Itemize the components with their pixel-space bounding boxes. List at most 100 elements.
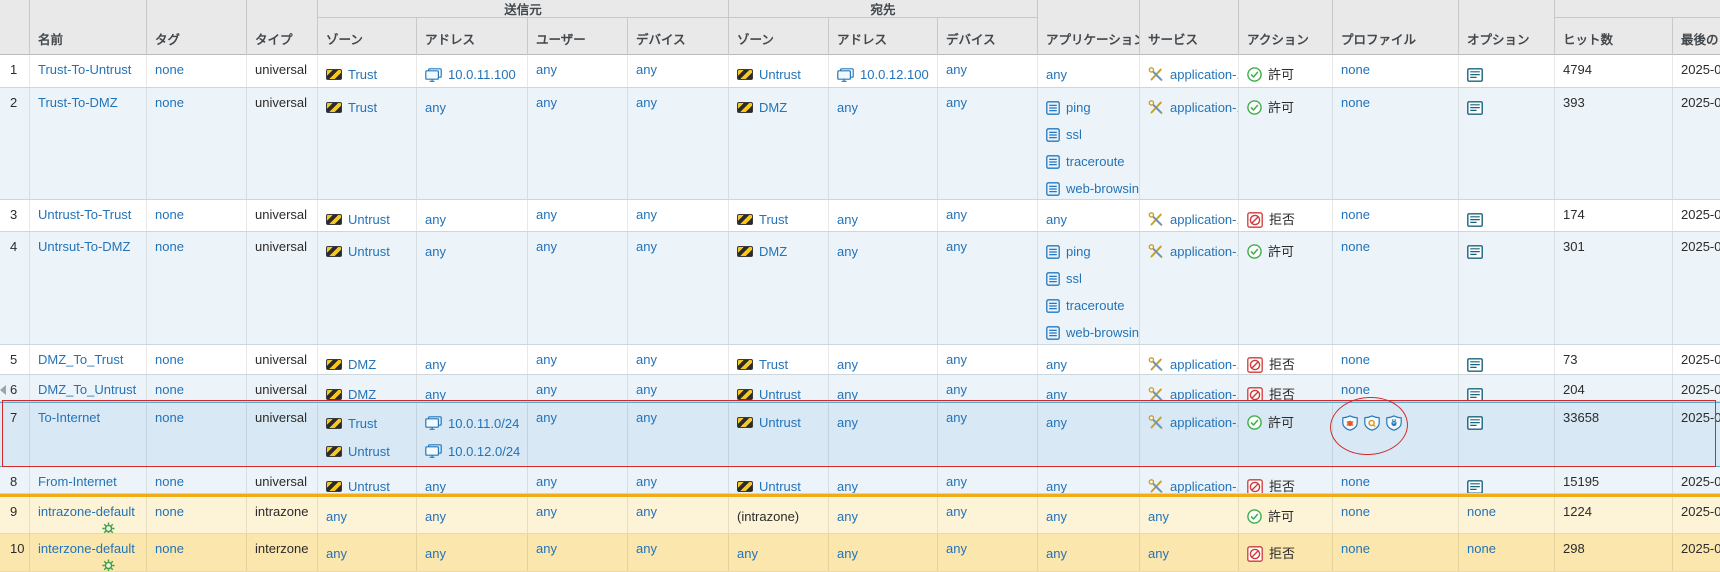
cell-link[interactable]: any bbox=[1046, 356, 1067, 373]
cell-link[interactable]: Untrust bbox=[348, 243, 390, 260]
action-label[interactable]: 許可 bbox=[1268, 99, 1294, 116]
tag-link[interactable]: none bbox=[155, 352, 184, 367]
dest-device-link[interactable]: any bbox=[946, 207, 967, 222]
service-link[interactable]: application-... bbox=[1170, 478, 1239, 493]
source-user-link[interactable]: any bbox=[536, 541, 557, 556]
action-label[interactable]: 拒否 bbox=[1269, 478, 1295, 493]
column-header-last-hit[interactable]: 最後のヒット bbox=[1673, 18, 1720, 55]
log-viewer-button[interactable] bbox=[1467, 68, 1483, 82]
source-device-link[interactable]: any bbox=[636, 239, 657, 254]
cell-link[interactable]: ping bbox=[1066, 99, 1091, 116]
log-viewer-button[interactable] bbox=[1467, 416, 1483, 430]
log-viewer-button[interactable] bbox=[1467, 213, 1483, 227]
cell-link[interactable]: any bbox=[1046, 545, 1067, 562]
column-header-dest-address[interactable]: アドレス bbox=[829, 18, 938, 55]
column-header-source-address[interactable]: アドレス bbox=[417, 18, 528, 55]
log-viewer-button[interactable] bbox=[1467, 101, 1483, 115]
service-link[interactable]: application-... bbox=[1170, 99, 1239, 116]
policy-name-link[interactable]: Untrsut-To-DMZ bbox=[38, 238, 130, 255]
service-link[interactable]: any bbox=[1148, 508, 1169, 525]
source-user-link[interactable]: any bbox=[536, 207, 557, 222]
cell-link[interactable]: any bbox=[425, 211, 446, 228]
cell-link[interactable]: Untrust bbox=[759, 66, 801, 83]
action-label[interactable]: 許可 bbox=[1268, 66, 1294, 83]
dest-device-link[interactable]: any bbox=[946, 504, 967, 519]
cell-link[interactable]: any bbox=[837, 508, 858, 525]
collapse-arrow-icon[interactable] bbox=[0, 385, 6, 395]
cell-link[interactable]: any bbox=[837, 356, 858, 373]
cell-link[interactable]: any bbox=[425, 478, 446, 493]
policy-name-link[interactable]: Untrust-To-Trust bbox=[38, 206, 131, 223]
options-link[interactable]: none bbox=[1467, 541, 1496, 556]
profile-shield[interactable] bbox=[1385, 415, 1403, 431]
column-header-source-zone[interactable]: ゾーン bbox=[318, 18, 417, 55]
service-link[interactable]: application-... bbox=[1170, 414, 1239, 431]
source-device-link[interactable]: any bbox=[636, 541, 657, 556]
policy-name-link[interactable]: intrazone-default bbox=[38, 503, 135, 520]
column-header-profile[interactable]: プロファイル bbox=[1333, 0, 1459, 55]
source-device-link[interactable]: any bbox=[636, 382, 657, 397]
profile-link[interactable]: none bbox=[1341, 382, 1370, 397]
column-header-hit-count[interactable]: ヒット数 bbox=[1555, 18, 1673, 55]
source-user-link[interactable]: any bbox=[536, 62, 557, 77]
source-user-link[interactable]: any bbox=[536, 95, 557, 110]
cell-link[interactable]: any bbox=[1046, 386, 1067, 401]
cell-link[interactable]: Untrust bbox=[759, 386, 801, 401]
service-link[interactable]: application-... bbox=[1170, 243, 1239, 260]
tag-link[interactable]: none bbox=[155, 541, 184, 556]
rule-settings-gear[interactable] bbox=[38, 558, 138, 571]
action-label[interactable]: 許可 bbox=[1268, 243, 1294, 260]
cell-link[interactable]: any bbox=[1046, 478, 1067, 493]
source-device-link[interactable]: any bbox=[636, 62, 657, 77]
log-viewer-button[interactable] bbox=[1467, 388, 1483, 402]
column-header-name[interactable]: 名前 bbox=[30, 0, 147, 55]
tag-link[interactable]: none bbox=[155, 382, 184, 397]
cell-link[interactable]: Untrust bbox=[759, 478, 801, 493]
tag-link[interactable]: none bbox=[155, 474, 184, 489]
cell-link[interactable]: any bbox=[425, 508, 446, 525]
policy-name-link[interactable]: Trust-To-Untrust bbox=[38, 61, 131, 78]
column-header-tag[interactable]: タグ bbox=[147, 0, 247, 55]
cell-link[interactable]: any bbox=[1046, 66, 1067, 83]
cell-link[interactable]: ssl bbox=[1066, 270, 1082, 287]
cell-link[interactable]: Trust bbox=[759, 356, 788, 373]
source-device-link[interactable]: any bbox=[636, 352, 657, 367]
policy-name-link[interactable]: To-Internet bbox=[38, 409, 100, 426]
cell-link[interactable]: 10.0.12.100 bbox=[860, 66, 929, 83]
profile-shield[interactable] bbox=[1363, 415, 1381, 431]
cell-link[interactable]: any bbox=[1046, 211, 1067, 228]
source-device-link[interactable]: any bbox=[636, 207, 657, 222]
profile-link[interactable]: none bbox=[1341, 504, 1370, 519]
rule-settings-gear[interactable] bbox=[38, 521, 138, 533]
cell-link[interactable]: any bbox=[837, 478, 858, 493]
cell-link[interactable]: Untrust bbox=[348, 478, 390, 493]
cell-link[interactable]: DMZ bbox=[348, 356, 376, 373]
policy-name-link[interactable]: interzone-default bbox=[38, 540, 135, 557]
policy-name-link[interactable]: DMZ_To_Untrust bbox=[38, 381, 136, 398]
cell-link[interactable]: DMZ bbox=[348, 386, 376, 401]
cell-link[interactable]: any bbox=[1046, 414, 1067, 431]
profile-link[interactable]: none bbox=[1341, 352, 1370, 367]
cell-link[interactable]: Trust bbox=[348, 99, 377, 116]
action-label[interactable]: 拒否 bbox=[1269, 386, 1295, 401]
cell-link[interactable]: traceroute bbox=[1066, 153, 1125, 170]
cell-link[interactable]: any bbox=[425, 356, 446, 373]
log-viewer-button[interactable] bbox=[1467, 358, 1483, 372]
dest-device-link[interactable]: any bbox=[946, 474, 967, 489]
column-header-action[interactable]: アクション bbox=[1239, 0, 1333, 55]
options-link[interactable]: none bbox=[1467, 504, 1496, 519]
column-header-source-device[interactable]: デバイス bbox=[628, 18, 729, 55]
source-user-link[interactable]: any bbox=[536, 352, 557, 367]
cell-link[interactable]: 10.0.12.0/24 bbox=[448, 443, 520, 460]
cell-link[interactable]: any bbox=[425, 386, 446, 401]
service-link[interactable]: application-... bbox=[1170, 211, 1239, 228]
dest-device-link[interactable]: any bbox=[946, 62, 967, 77]
dest-device-link[interactable]: any bbox=[946, 352, 967, 367]
log-viewer-button[interactable] bbox=[1467, 245, 1483, 259]
cell-link[interactable]: any bbox=[326, 545, 347, 562]
action-label[interactable]: 許可 bbox=[1268, 508, 1294, 525]
cell-link[interactable]: web-browsing bbox=[1066, 324, 1140, 341]
cell-link[interactable]: ping bbox=[1066, 243, 1091, 260]
dest-device-link[interactable]: any bbox=[946, 410, 967, 425]
profile-link[interactable]: none bbox=[1341, 239, 1370, 254]
